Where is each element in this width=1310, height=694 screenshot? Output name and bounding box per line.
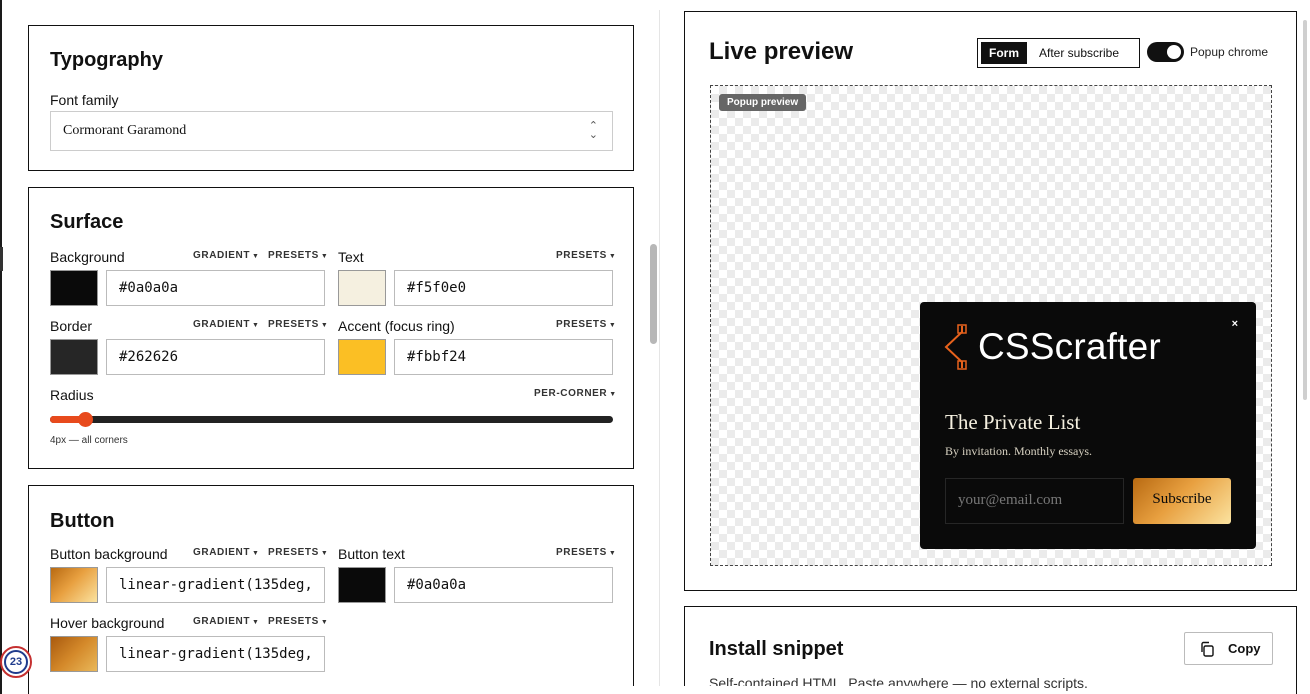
popup-chrome-label: Popup chrome: [1190, 45, 1269, 59]
window-edge: [0, 0, 2, 694]
popup-heading: The Private List: [945, 410, 1081, 434]
font-family-select[interactable]: Cormorant Garamond ⌃ ⌄: [50, 111, 613, 151]
text-presets-link[interactable]: PRESETS ▼: [556, 250, 616, 261]
button-card: Button Button background GRADIENT ▼ PRESE…: [28, 485, 634, 694]
subscribe-button[interactable]: Subscribe: [1133, 478, 1231, 524]
tab-after-subscribe[interactable]: After subscribe: [1031, 42, 1127, 64]
page-scrollbar[interactable]: [1303, 20, 1307, 400]
column-divider: [659, 10, 660, 694]
radius-caption: 4px — all corners: [50, 435, 128, 446]
hover-bg-label: Hover background: [50, 615, 165, 631]
hover-bg-input[interactable]: linear-gradient(135deg,: [106, 636, 325, 672]
button-bg-swatch[interactable]: [50, 567, 98, 603]
hover-bg-swatch[interactable]: [50, 636, 98, 672]
close-icon[interactable]: ×: [1232, 318, 1238, 330]
preview-mode-switch: Form After subscribe: [977, 38, 1140, 68]
copy-button[interactable]: Copy: [1184, 632, 1273, 665]
typography-card: Typography Font family Cormorant Garamon…: [28, 25, 634, 171]
brand-logo: CSScrafter: [942, 324, 1161, 370]
background-label: Background: [50, 249, 125, 265]
popup-preview-badge: Popup preview: [719, 94, 807, 111]
border-presets-link[interactable]: PRESETS ▼: [268, 319, 328, 330]
border-hex-input[interactable]: #262626: [106, 339, 325, 375]
border-label: Border: [50, 318, 93, 334]
background-presets-link[interactable]: PRESETS ▼: [268, 250, 328, 261]
button-bg-input[interactable]: linear-gradient(135deg,: [106, 567, 325, 603]
font-family-label: Font family: [50, 92, 119, 108]
radius-slider-thumb[interactable]: [78, 412, 94, 427]
popup-chrome-toggle[interactable]: [1147, 42, 1184, 62]
tab-form[interactable]: Form: [981, 42, 1027, 64]
email-field[interactable]: your@email.com: [945, 478, 1124, 524]
logo-text: CSScrafter: [978, 326, 1161, 367]
live-preview-card: Live preview Form After subscribe Popup …: [684, 11, 1297, 591]
copy-icon: [1201, 641, 1214, 657]
surface-card: Surface Background GRADIENT ▼ PRESETS ▼ #0…: [28, 187, 634, 469]
edge-marker: [0, 247, 3, 271]
radius-label: Radius: [50, 387, 94, 403]
button-text-input[interactable]: #0a0a0a: [394, 567, 613, 603]
badge-count: 23: [4, 650, 28, 674]
accent-label: Accent (focus ring): [338, 318, 455, 334]
font-family-value: Cormorant Garamond: [63, 123, 187, 138]
hover-presets-link[interactable]: PRESETS ▼: [268, 616, 328, 627]
live-preview-title: Live preview: [709, 38, 854, 65]
install-title: Install snippet: [709, 638, 844, 660]
text-hex-input[interactable]: #f5f0e0: [394, 270, 613, 306]
settings-scrollbar[interactable]: [650, 244, 657, 344]
button-text-swatch[interactable]: [338, 567, 386, 603]
per-corner-link[interactable]: PER-CORNER ▼: [534, 388, 617, 399]
button-text-presets-link[interactable]: PRESETS ▼: [556, 547, 616, 558]
button-bg-presets-link[interactable]: PRESETS ▼: [268, 547, 328, 558]
text-color-swatch[interactable]: [338, 270, 386, 306]
popup-preview: × CSScrafter The Private List By invitat…: [920, 302, 1256, 549]
logo-bracket-icon: [944, 324, 967, 370]
popup-subtitle: By invitation. Monthly essays.: [945, 444, 1092, 458]
accent-hex-input[interactable]: #fbbf24: [394, 339, 613, 375]
accent-swatch[interactable]: [338, 339, 386, 375]
toggle-knob: [1167, 45, 1181, 59]
background-gradient-link[interactable]: GRADIENT ▼: [193, 250, 260, 261]
preview-stage: Popup preview × CSScrafter The Private L…: [710, 85, 1272, 566]
copy-label: Copy: [1228, 641, 1261, 656]
background-swatch[interactable]: [50, 270, 98, 306]
border-gradient-link[interactable]: GRADIENT ▼: [193, 319, 260, 330]
button-text-label: Button text: [338, 546, 405, 562]
border-swatch[interactable]: [50, 339, 98, 375]
install-snippet-card: Install snippet Copy Self-contained HTML…: [684, 606, 1297, 694]
button-bg-gradient-link[interactable]: GRADIENT ▼: [193, 547, 260, 558]
button-title: Button: [50, 510, 115, 532]
text-color-label: Text: [338, 249, 364, 265]
chevron-updown-icon: ⌃ ⌄: [588, 120, 598, 141]
accent-presets-link[interactable]: PRESETS ▼: [556, 319, 616, 330]
bottom-overlay: [608, 686, 928, 694]
button-bg-label: Button background: [50, 546, 168, 562]
radius-slider[interactable]: [50, 412, 613, 427]
typography-title: Typography: [50, 49, 163, 71]
hover-gradient-link[interactable]: GRADIENT ▼: [193, 616, 260, 627]
background-hex-input[interactable]: #0a0a0a: [106, 270, 325, 306]
notification-badge[interactable]: 23: [0, 646, 32, 678]
surface-title: Surface: [50, 211, 124, 233]
